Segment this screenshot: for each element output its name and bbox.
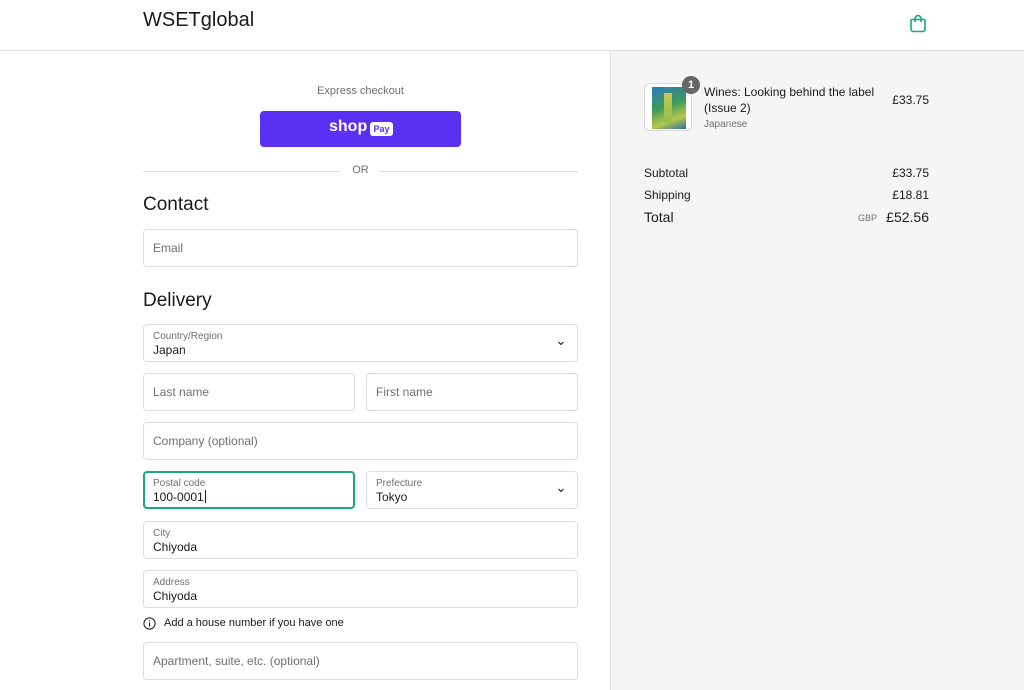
- store-logo[interactable]: WSETglobal: [143, 9, 254, 32]
- prefecture-select[interactable]: Prefecture Tokyo: [366, 471, 578, 509]
- company-field[interactable]: Company (optional): [143, 422, 578, 460]
- delivery-heading: Delivery: [143, 290, 212, 311]
- apartment-placeholder: Apartment, suite, etc. (optional): [153, 654, 320, 668]
- chevron-down-icon: [558, 488, 564, 493]
- city-label: City: [153, 528, 171, 539]
- email-field[interactable]: Email: [143, 229, 578, 267]
- line-item: 1 Wines: Looking behind the label (Issue…: [644, 76, 929, 135]
- email-placeholder: Email: [153, 241, 184, 255]
- chevron-down-icon: [558, 341, 564, 346]
- address-label: Address: [153, 577, 190, 588]
- info-icon: [143, 617, 156, 630]
- shipping-label: Shipping: [644, 188, 691, 202]
- product-thumbnail: 1: [644, 76, 700, 131]
- shop-pay-pill: Pay: [370, 122, 393, 136]
- shipping-value: £18.81: [892, 188, 929, 202]
- product-title: Wines: Looking behind the label (Issue 2…: [704, 85, 875, 115]
- product-image: [652, 87, 686, 129]
- address-field[interactable]: Address Chiyoda: [143, 570, 578, 608]
- total-label: Total: [644, 209, 674, 225]
- country-select[interactable]: Country/Region Japan: [143, 324, 578, 362]
- address-hint-text: Add a house number if you have one: [164, 617, 344, 629]
- or-divider: OR: [143, 164, 578, 178]
- order-summary: 1 Wines: Looking behind the label (Issue…: [610, 51, 1024, 690]
- address-value: Chiyoda: [153, 589, 198, 603]
- shopping-bag-icon[interactable]: [909, 13, 927, 33]
- postal-code-value: 100-0001: [153, 490, 204, 504]
- prefecture-label: Prefecture: [376, 478, 423, 489]
- last-name-field[interactable]: Last name: [143, 373, 355, 411]
- header: WSETglobal: [0, 0, 1024, 51]
- postal-code-value-wrap: 100-0001: [153, 490, 206, 504]
- shop-pay-word: shop: [329, 118, 368, 135]
- product-variant: Japanese: [704, 119, 748, 130]
- last-name-placeholder: Last name: [153, 385, 210, 399]
- total-value: £52.56: [886, 209, 929, 225]
- prefecture-value: Tokyo: [376, 490, 408, 504]
- country-value: Japan: [153, 343, 186, 357]
- total-currency: GBP: [857, 213, 877, 223]
- contact-heading: Contact: [143, 194, 209, 215]
- subtotal-value: £33.75: [892, 166, 929, 180]
- product-price: £33.75: [892, 93, 929, 107]
- text-caret: [204, 490, 206, 503]
- apartment-field[interactable]: Apartment, suite, etc. (optional): [143, 642, 578, 680]
- quantity-badge: 1: [682, 76, 700, 94]
- subtotal-label: Subtotal: [644, 166, 689, 180]
- express-checkout-label: Express checkout: [317, 85, 404, 97]
- first-name-placeholder: First name: [376, 385, 433, 399]
- postal-code-label: Postal code: [153, 478, 206, 489]
- company-placeholder: Company (optional): [153, 434, 258, 448]
- city-value: Chiyoda: [153, 540, 198, 554]
- city-field[interactable]: City Chiyoda: [143, 521, 578, 559]
- first-name-field[interactable]: First name: [366, 373, 578, 411]
- postal-code-field[interactable]: Postal code 100-0001: [143, 471, 355, 509]
- shop-pay-button[interactable]: shop Pay: [260, 111, 461, 147]
- or-label: OR: [352, 164, 369, 176]
- country-label: Country/Region: [153, 331, 223, 342]
